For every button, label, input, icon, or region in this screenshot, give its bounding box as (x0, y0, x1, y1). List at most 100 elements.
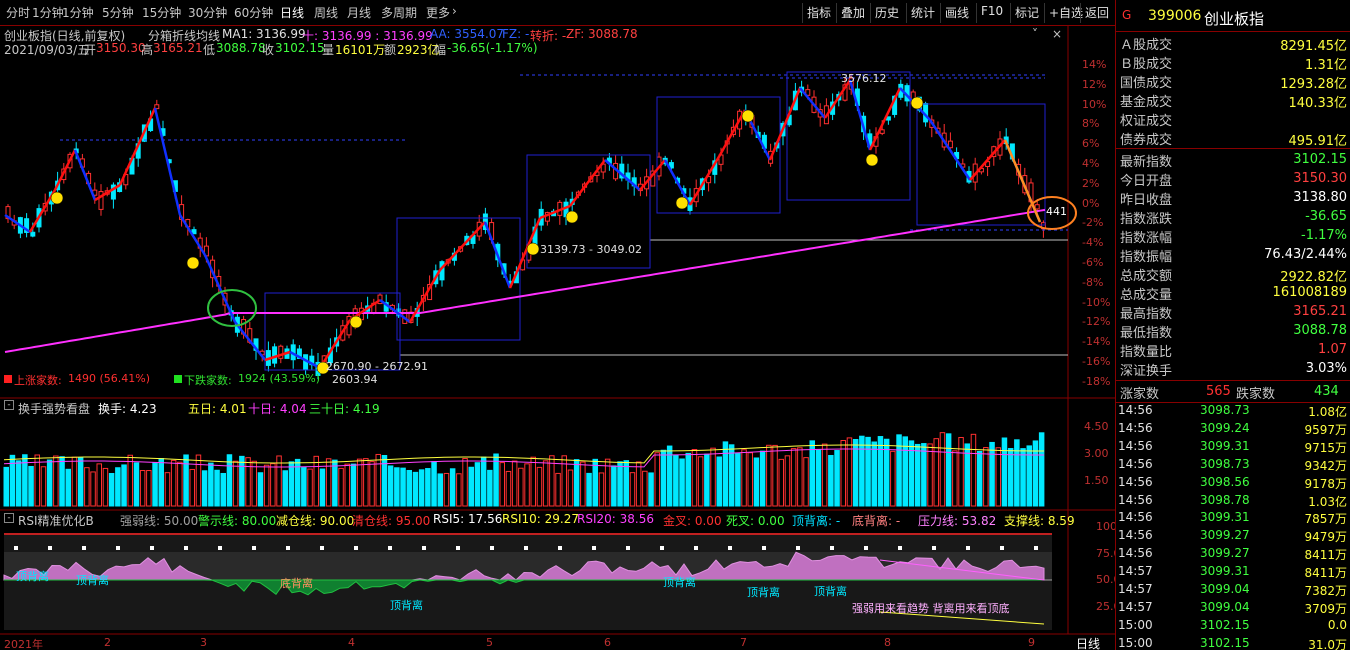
turnover-bar (183, 454, 189, 507)
tick-price: 3098.78 (1200, 492, 1250, 507)
rsi-dot (1000, 546, 1004, 550)
turnover-bar (493, 453, 499, 507)
turnover-bar (691, 449, 698, 507)
turnover-bar (530, 456, 536, 507)
turnover-bar (425, 468, 431, 507)
quote-value: -36.65 (1305, 209, 1347, 224)
kline-chart[interactable] (0, 0, 1115, 650)
rsi-dot (490, 546, 494, 550)
range2-label: 2670.90 - 2672.91 (326, 360, 428, 373)
rsi-dot (694, 546, 698, 550)
y-tick-label: 6% (1082, 137, 1100, 151)
rsi-dot (320, 546, 324, 550)
turnover-bar (369, 461, 375, 507)
rsi-press: 压力线: 53.82 (918, 514, 997, 528)
range-box (916, 103, 1046, 226)
quote-label: 最高指数 (1120, 307, 1173, 322)
y-tick-label: -2% (1082, 216, 1104, 230)
tick-volume: 8411万 (1304, 548, 1347, 563)
turnover-bar (449, 468, 456, 507)
rsi-dot (762, 546, 766, 550)
rsi-5: RSI5: 17.56 (433, 512, 503, 526)
ma-line (4, 208, 1046, 353)
collapse-icon[interactable]: - (4, 400, 14, 410)
trend-segment (663, 159, 692, 206)
turnover-bar (797, 447, 803, 507)
turnover-bar (567, 469, 574, 507)
turnover-bar (629, 472, 636, 507)
turnover-bar (201, 470, 208, 507)
turnover-bar (623, 460, 629, 507)
turnover-bar (344, 463, 350, 507)
x-label: 2 (104, 636, 111, 649)
down-count-value: 1924 (43.59%) (238, 372, 321, 385)
rsi-dot (422, 546, 426, 550)
turnover-bar (499, 462, 505, 507)
turnover-title[interactable]: 换手强势看盘 (18, 400, 90, 417)
turnover-bar (834, 450, 840, 507)
trend-segment (688, 154, 722, 206)
rsi-reduce: 减仓线: 90.00 (276, 514, 355, 528)
tick-volume: 0.0 (1327, 617, 1347, 632)
quote-value: 3102.15 (1293, 152, 1347, 167)
trend-segment (73, 149, 97, 201)
turnover-bar (784, 455, 791, 507)
rsi-dot (218, 546, 222, 550)
turnover-bar (704, 453, 710, 507)
rsi-dot (864, 546, 868, 550)
tick-volume: 1.08亿 (1308, 405, 1347, 419)
turnover-bar (580, 461, 586, 507)
turnover-bar (716, 456, 722, 507)
tick-volume: 9715万 (1304, 440, 1347, 455)
turnover-bar (301, 467, 307, 507)
quote-value: 3.03% (1305, 361, 1347, 376)
stat-label: 权证成交 (1120, 114, 1173, 129)
rsi-y-axis: 100.0 75.00 50.00 25.00 (1082, 510, 1128, 634)
turnover-bar (778, 458, 784, 507)
stat-value: 140.33亿 (1288, 96, 1348, 111)
trend-segment (53, 149, 77, 191)
turnover-bar (642, 470, 648, 507)
x-label: 7 (740, 636, 747, 649)
turnover-bar (146, 470, 152, 507)
quote-label: 最低指数 (1120, 326, 1173, 341)
turnover-bar (660, 449, 667, 507)
turnover-bar (214, 469, 220, 507)
index-name: 创业板指 (1204, 10, 1265, 28)
rsi-dot (660, 546, 664, 550)
rsi-title[interactable]: RSI精准优化B (18, 512, 94, 529)
turnover-bar (673, 454, 679, 507)
quote-value: 3165.21 (1293, 304, 1347, 319)
quote-label: 指数量比 (1120, 345, 1173, 360)
signal-marker (50, 191, 64, 205)
y-tick-label: 1.50 (1084, 474, 1109, 487)
turnover-bar (735, 452, 741, 507)
down-count-swatch (174, 375, 182, 383)
turnover-bar (586, 472, 592, 507)
turnover-bar (995, 447, 1001, 507)
x-axis: 2021年 2 3 4 5 6 7 8 9 日线 (0, 635, 1115, 650)
turnover-bar (443, 472, 450, 507)
down-count-label: 下跌家数: (184, 374, 232, 387)
candle-body (1034, 204, 1040, 210)
tick-price: 3099.04 (1200, 599, 1250, 614)
up-count-value: 1490 (56.41%) (68, 372, 151, 385)
turnover-bar (46, 459, 53, 507)
turnover-bar (617, 461, 623, 507)
divergence-label: 顶背离 (747, 586, 780, 599)
period-label[interactable]: 日线 (1076, 635, 1100, 650)
rsi-dot (14, 546, 18, 550)
tick-volume: 9479万 (1304, 530, 1347, 545)
tick-volume: 3709万 (1304, 601, 1347, 616)
tick-time: 14:56 (1118, 438, 1153, 453)
range-box (396, 217, 521, 341)
turnover-bar (821, 443, 828, 507)
turnover-bar (518, 467, 524, 507)
up-count-label: 涨家数 (1120, 387, 1160, 402)
tick-time: 14:57 (1118, 564, 1153, 579)
turnover-bar (747, 452, 753, 507)
y-tick-label: -12% (1082, 315, 1111, 329)
x-label: 9 (1028, 636, 1035, 649)
stat-value: 1.31亿 (1305, 58, 1347, 73)
collapse-icon[interactable]: - (4, 513, 14, 523)
